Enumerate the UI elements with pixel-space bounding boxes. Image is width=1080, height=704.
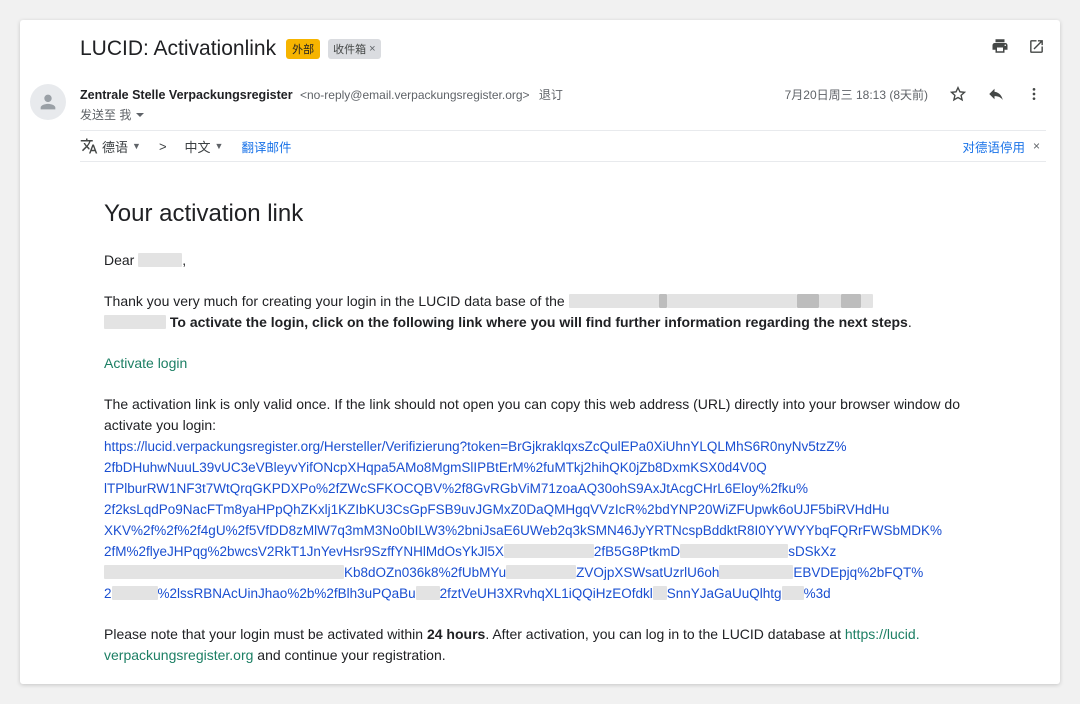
lucid-link[interactable]: verpackungsregister.org — [104, 647, 253, 663]
translate-bar: 德语 ▼ > 中文 ▼ 翻译邮件 对德语停用 × — [80, 130, 1046, 162]
translate-icon — [80, 138, 98, 154]
label-inbox-remove-icon[interactable]: × — [369, 43, 375, 55]
redacted-text — [658, 294, 667, 308]
url-line-text[interactable]: 2fztVeUH3XRvhqXL1iQQiHzEOfdkl — [440, 586, 653, 601]
recipient-row[interactable]: 发送至 我 — [80, 106, 145, 123]
email-view: LUCID: Activationlink 外部 收件箱 × Zentrale … — [20, 20, 1060, 684]
note-paragraph: Please note that your login must be acti… — [104, 624, 994, 666]
redacted-text — [652, 586, 667, 600]
unsubscribe-link[interactable]: 退订 — [539, 88, 563, 102]
url-line[interactable]: https://lucid.verpackungsregister.org/He… — [104, 436, 994, 457]
redacted-text — [680, 544, 789, 558]
close-translate-bar-icon[interactable]: × — [1033, 139, 1040, 153]
url-line-text[interactable]: EBVDEpjq%2bFQT% — [793, 565, 923, 580]
email-title: Your activation link — [104, 200, 304, 227]
chevron-down-icon: ▼ — [132, 141, 141, 151]
source-language: 德语 — [102, 139, 129, 155]
note-text: Please note that your login must be acti… — [104, 626, 427, 642]
greeting-prefix: Dear — [104, 252, 139, 268]
redacted-text — [781, 586, 804, 600]
label-external[interactable]: 外部 — [286, 39, 321, 59]
recipient-text: 发送至 我 — [80, 108, 132, 122]
redacted-text — [818, 294, 841, 308]
redacted-text — [415, 586, 440, 600]
redacted-text — [503, 544, 594, 558]
label-inbox-text: 收件箱 — [333, 44, 367, 56]
chevron-down-icon[interactable] — [135, 110, 145, 120]
source-language-select[interactable]: 德语 ▼ — [80, 137, 141, 156]
open-in-new-window-icon[interactable] — [1024, 34, 1048, 58]
intro-text: Thank you very much for creating your lo… — [104, 293, 565, 309]
avatar[interactable] — [30, 84, 66, 120]
print-icon[interactable] — [988, 34, 1012, 58]
note-bold: 24 hours — [426, 626, 486, 642]
activate-login-link[interactable]: Activate login — [104, 355, 187, 371]
url-line-text[interactable]: %2lssRBNAcUinJhao%2b%2fBlh3uPQaBu — [158, 586, 416, 601]
redacted-text — [104, 565, 344, 579]
url-line[interactable]: 2 %2lssRBNAcUinJhao%2b%2fBlh3uPQaBu 2fztVe… — [104, 583, 994, 604]
translate-disable: 对德语停用 × — [962, 137, 1040, 156]
avatar-person-icon — [40, 94, 56, 110]
target-language-select[interactable]: 中文 ▼ — [185, 137, 224, 156]
message-date: 7月20日周三 18:13 (8天前) — [784, 87, 928, 102]
sender-email: <no-reply@email.verpackungsregister.org> — [299, 88, 530, 102]
greeting: Dear , — [104, 250, 994, 271]
reply-icon[interactable] — [984, 82, 1008, 106]
valid-once-text: The activation link is only valid once. … — [104, 396, 960, 433]
redacted-text — [506, 565, 577, 579]
redacted-text — [104, 315, 166, 329]
lucid-link[interactable]: https://lucid. — [845, 626, 920, 642]
label-inbox[interactable]: 收件箱 × — [328, 39, 381, 59]
url-line-text[interactable]: 2fM%2flyeJHPqg%2bwcsV2RkT1JnYevHsr9SzffY… — [104, 544, 504, 559]
star-icon[interactable] — [946, 82, 970, 106]
url-line-text[interactable]: %3d — [804, 586, 831, 601]
url-line[interactable]: 2fM%2flyeJHPqg%2bwcsV2RkT1JnYevHsr9SzffY… — [104, 541, 994, 562]
target-language: 中文 — [184, 139, 211, 155]
url-line[interactable]: Kb8dOZn036k8%2fUbMYu ZVOjpXSWsatUzrlU6oh E… — [104, 562, 994, 583]
activation-url[interactable]: https://lucid.verpackungsregister.org/He… — [104, 436, 994, 604]
url-line-text[interactable]: 2 — [104, 586, 112, 601]
url-line-text[interactable]: 2fB5G8PtkmD — [594, 544, 680, 559]
chevron-down-icon: ▼ — [214, 141, 224, 151]
redacted-text — [666, 294, 797, 308]
note-text: and continue your registration. — [253, 647, 446, 663]
subject-row: LUCID: Activationlink 外部 收件箱 × — [80, 34, 381, 64]
url-line-text[interactable]: ZVOjpXSWsatUzrlU6oh — [576, 565, 719, 580]
intro-end: . — [907, 314, 912, 330]
sender-row: Zentrale Stelle Verpackungsregister <no-… — [80, 86, 563, 103]
greeting-suffix: , — [182, 252, 187, 268]
redacted-text — [860, 294, 873, 308]
url-line-text[interactable]: sDSkXz — [788, 544, 836, 559]
more-vert-icon[interactable] — [1022, 82, 1046, 106]
url-line-text[interactable]: Kb8dOZn036k8%2fUbMYu — [344, 565, 506, 580]
url-line-text[interactable]: SnnYJaGaUuQlhtg — [667, 586, 782, 601]
message-meta: 7月20日周三 18:13 (8天前) — [785, 82, 1046, 106]
url-line[interactable]: lTPlburRW1NF3t7WtQrqGKPDXPo%2fZWcSFKOCQB… — [104, 478, 994, 499]
redacted-text — [796, 294, 819, 308]
email-subject: LUCID: Activationlink — [80, 37, 277, 60]
email-body: Your activation link Dear , Thank you ve… — [104, 200, 994, 666]
url-line[interactable]: XKV%2f%2f%2f4gU%2f5VfDD8zMlW7q3mM3No0bIL… — [104, 520, 994, 541]
translate-message-link[interactable]: 翻译邮件 — [241, 137, 291, 156]
url-line[interactable]: 2fbDHuhwNuuL39vUC3eVBleyvYifONcpXHqpa5AM… — [104, 457, 994, 478]
top-actions — [988, 34, 1048, 58]
sender-name[interactable]: Zentrale Stelle Verpackungsregister — [80, 88, 293, 102]
intro-paragraph: Thank you very much for creating your lo… — [104, 291, 994, 333]
url-line[interactable]: 2f2ksLqdPo9NacFTm8yaHPpQhZKxlj1KZIbKU3Cs… — [104, 499, 994, 520]
redacted-text — [840, 294, 861, 308]
intro-bold: To activate the login, click on the foll… — [169, 314, 908, 330]
note-text: . After activation, you can log in to th… — [485, 626, 845, 642]
redacted-text — [111, 586, 158, 600]
redacted-text — [719, 565, 794, 579]
redacted-text — [568, 294, 659, 308]
translate-arrow: > — [158, 138, 167, 154]
redacted-name — [138, 253, 183, 267]
disable-translation-link[interactable]: 对德语停用 — [962, 137, 1025, 156]
